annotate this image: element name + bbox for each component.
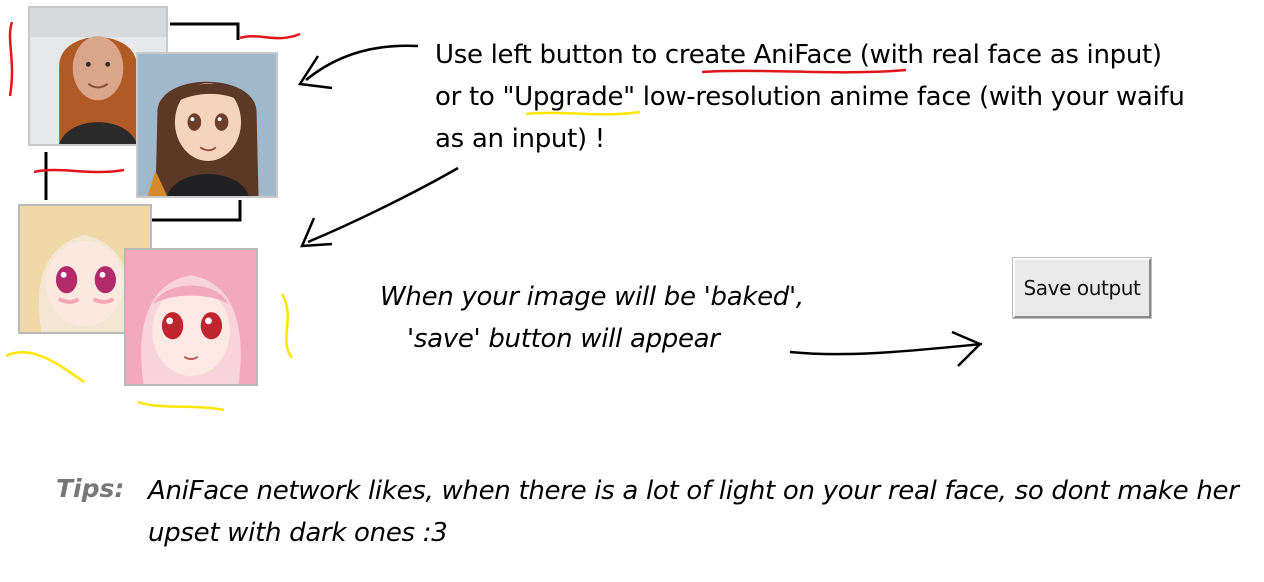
bracket-top: [170, 22, 240, 40]
red-scribble-top: [239, 32, 301, 40]
save-output-button[interactable]: Save output: [1013, 258, 1151, 318]
instructions-line-2: or to "Upgrade" low-resolution anime fac…: [435, 82, 1185, 112]
instructions-line-1: Use left button to create AniFace (with …: [435, 40, 1162, 70]
tutorial-screen: Use left button to create AniFace (with …: [0, 0, 1264, 582]
instructions-text: Use left button to create AniFace (with …: [435, 34, 1255, 160]
baked-note-line-1: When your image will be 'baked',: [380, 282, 804, 312]
arrow-icon: [297, 44, 419, 90]
upgrade-link: "Upgrade": [502, 82, 635, 112]
yellow-scribble-left: [5, 350, 85, 384]
arrow-icon: [300, 166, 459, 248]
create-aniface-link: create AniFace: [664, 40, 852, 70]
anime-face-output[interactable]: [136, 52, 278, 198]
red-scribble-left: [8, 21, 14, 97]
instructions-line-3: as an input) !: [435, 124, 605, 154]
baked-note-line-2: 'save' button will appear: [407, 324, 720, 354]
yellow-scribble-bottom: [137, 400, 225, 412]
bracket-mid: [152, 200, 242, 222]
arrow-icon: [789, 330, 983, 367]
yellow-scribble-right: [280, 293, 294, 359]
tips-text: AniFace network likes, when there is a l…: [148, 476, 1239, 548]
tips-label: Tips:: [56, 474, 125, 503]
baked-note: When your image will be 'baked', 'save' …: [380, 276, 804, 360]
upgraded-anime-face[interactable]: [124, 248, 258, 386]
